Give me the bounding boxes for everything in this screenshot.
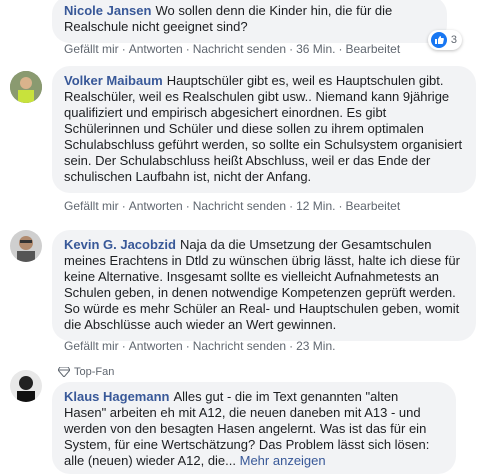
like-count: 3 [450,34,457,46]
timestamp[interactable]: 23 Min. [296,339,335,353]
like-link[interactable]: Gefällt mir [64,339,119,353]
like-icon [430,32,447,48]
author-name[interactable]: Nicole Jansen [64,3,151,18]
comment-text: Hauptschüler gibt es, weil es Hauptschul… [64,73,463,184]
avatar[interactable] [10,370,42,402]
comment-1: Nicole Jansen Wo sollen denn die Kinder h… [8,0,480,60]
reply-link[interactable]: Antworten [129,42,183,56]
comment-actions: Gefällt mir · Antworten · Nachricht senden · 3… [64,42,401,56]
edited-label[interactable]: Bearbeitet [345,42,400,56]
avatar[interactable] [10,230,42,262]
message-link[interactable]: Nachricht senden [193,339,286,353]
like-link[interactable]: Gefällt mir [64,42,119,56]
timestamp[interactable]: 12 Min. [296,199,335,213]
reply-link[interactable]: Antworten [129,339,183,353]
avatar[interactable] [10,71,42,103]
comment-3: Kevin G. Jacobzid Naja da die Umsetzung d… [8,228,480,358]
message-link[interactable]: Nachricht senden [193,42,286,56]
comment-actions: Gefällt mir · Antworten · Nachricht senden · 2… [64,339,336,353]
comment-2: Volker Maibaum Hauptschüler gibt es, weil… [8,66,480,216]
show-more-link[interactable]: Mehr anzeigen [240,453,326,468]
comment-bubble: Nicole Jansen Wo sollen denn die Kinder h… [52,0,447,43]
like-link[interactable]: Gefällt mir [64,199,119,213]
timestamp[interactable]: 36 Min. [296,42,335,56]
author-name[interactable]: Klaus Hagemann [64,389,169,404]
top-fan-badge: Top-Fan [58,366,114,378]
comment-bubble: Volker Maibaum Hauptschüler gibt es, weil… [52,66,476,193]
author-name[interactable]: Kevin G. Jacobzid [64,237,176,252]
comment-bubble: Klaus Hagemann Alles gut - die im Text ge… [52,382,456,474]
badge-label: Top-Fan [74,366,115,378]
comment-actions: Gefällt mir · Antworten · Nachricht senden · 1… [64,199,401,213]
comment-4: Top-Fan Klaus Hagemann Alles gut - die im… [8,366,480,474]
message-link[interactable]: Nachricht senden [193,199,286,213]
reply-link[interactable]: Antworten [129,199,183,213]
reaction-count[interactable]: 3 [427,30,462,50]
author-name[interactable]: Volker Maibaum [64,73,163,88]
edited-label[interactable]: Bearbeitet [345,199,400,213]
diamond-icon [58,367,70,377]
comment-bubble: Kevin G. Jacobzid Naja da die Umsetzung d… [52,230,476,341]
